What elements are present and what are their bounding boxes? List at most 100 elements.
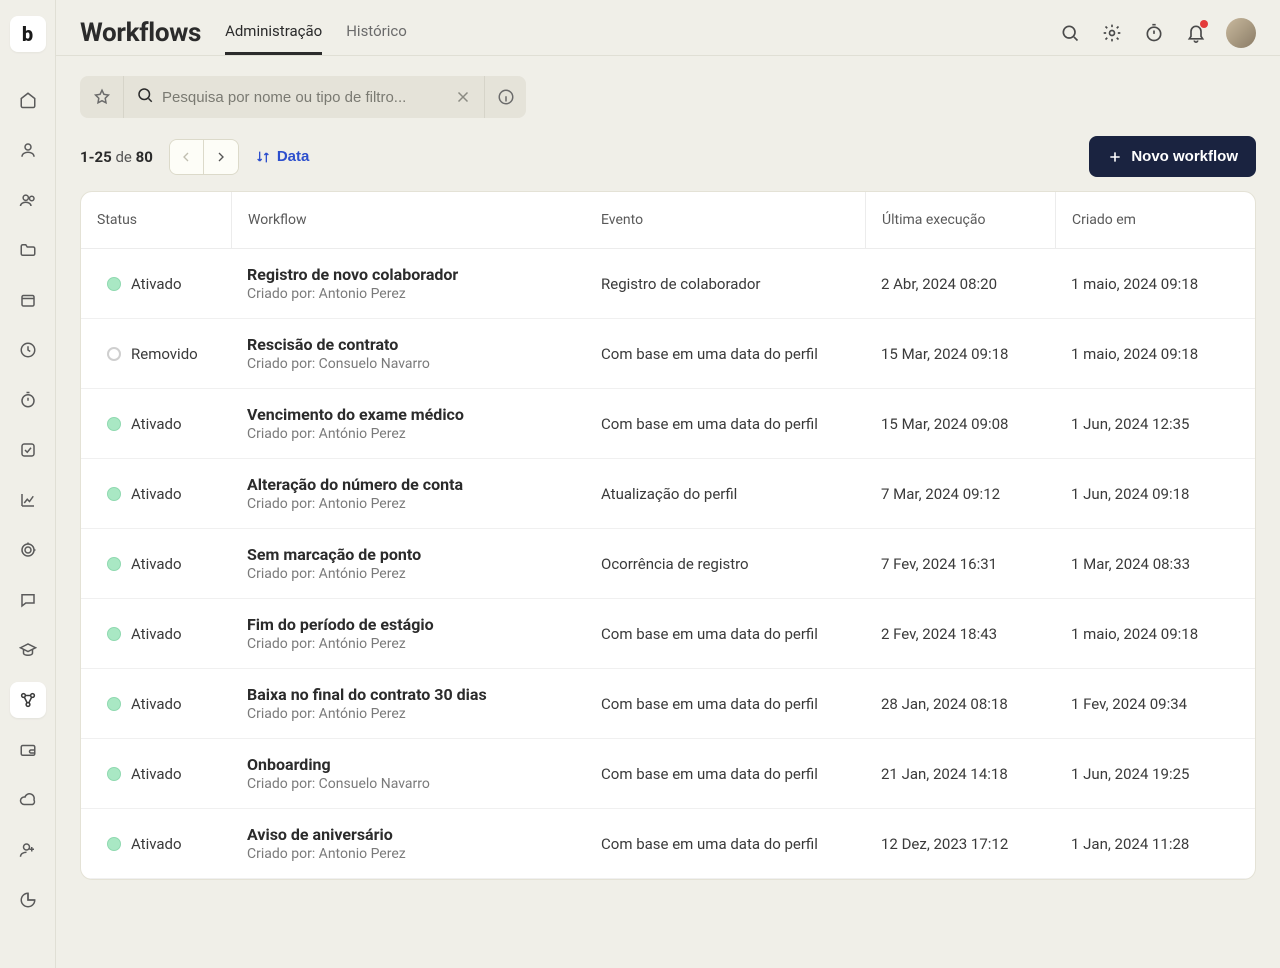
status-cell: Ativado xyxy=(81,833,231,855)
workflow-name: Vencimento do exame médico xyxy=(247,405,569,424)
sidebar-item-graduation[interactable] xyxy=(10,632,46,668)
event-cell: Com base em uma data do perfil xyxy=(585,413,865,435)
table-row[interactable]: RemovidoRescisão de contratoCriado por: … xyxy=(81,319,1255,389)
workflow-created-by: Criado por: António Perez xyxy=(247,706,569,722)
table-row[interactable]: Ativado Vencimento do exame médico Criado … xyxy=(81,389,1255,459)
status-dot xyxy=(107,837,121,851)
last-run-cell: 12 Dez, 2023 17:12 xyxy=(865,833,1055,855)
pagination-info: 1-25 de 80 xyxy=(80,148,153,166)
event-cell: Ocorrência de registro xyxy=(585,553,865,575)
workflow-name: Aviso de aniversário xyxy=(247,825,569,844)
last-run-cell: 7 Fev, 2024 16:31 xyxy=(865,553,1055,575)
table-row[interactable]: Ativado Baixa no final do contrato 30 dia… xyxy=(81,669,1255,739)
table-row[interactable]: Ativado Alteração do número de conta Criad… xyxy=(81,459,1255,529)
status-cell: Removido xyxy=(81,343,231,365)
logo[interactable]: b xyxy=(10,16,46,52)
workflow-name: Alteração do número de conta xyxy=(247,475,569,494)
sort-button[interactable]: Data xyxy=(255,148,310,165)
table-row[interactable]: AtivadoAviso de aniversárioCriado por: A… xyxy=(81,809,1255,879)
clear-search-icon[interactable] xyxy=(454,88,472,106)
pagination-total: 80 xyxy=(136,148,153,166)
status-cell: Ativado xyxy=(81,693,231,715)
sidebar-item-stopwatch[interactable] xyxy=(10,382,46,418)
workflow-created-by: Criado por: Antonio Perez xyxy=(247,496,569,512)
pager-next[interactable] xyxy=(204,140,238,174)
filter-group xyxy=(80,76,526,118)
sidebar-item-pie[interactable] xyxy=(10,882,46,918)
status-label: Ativado xyxy=(131,695,182,713)
last-run-cell: 21 Jan, 2024 14:18 xyxy=(865,763,1055,785)
workflow-cell: Alteração do número de conta Criado por: … xyxy=(231,473,585,514)
tab-historico[interactable]: Histórico xyxy=(346,10,407,55)
event-cell: Com base em uma data do perfil xyxy=(585,693,865,715)
sidebar-item-chart[interactable] xyxy=(10,482,46,518)
new-workflow-button[interactable]: Novo workflow xyxy=(1089,136,1256,177)
pager xyxy=(169,139,239,175)
sidebar-item-cloud[interactable] xyxy=(10,782,46,818)
workflow-created-by: Criado por: Consuelo Navarro xyxy=(247,776,569,792)
status-cell: Ativado xyxy=(81,413,231,435)
main: Workflows Administração Histórico xyxy=(56,0,1280,880)
pager-prev[interactable] xyxy=(170,140,204,174)
header-actions xyxy=(1058,18,1256,48)
workflow-cell: Vencimento do exame médico Criado por: An… xyxy=(231,403,585,444)
sidebar-item-home[interactable] xyxy=(10,82,46,118)
new-workflow-label: Novo workflow xyxy=(1131,148,1238,165)
tab-administracao[interactable]: Administração xyxy=(225,10,322,55)
sidebar-item-adduser[interactable] xyxy=(10,832,46,868)
status-cell: Ativado xyxy=(81,483,231,505)
favorites-filter[interactable] xyxy=(80,76,124,118)
filter-info-icon[interactable] xyxy=(484,76,526,118)
search-icon xyxy=(136,86,154,108)
status-dot xyxy=(107,347,121,361)
search-input[interactable] xyxy=(162,89,446,106)
header: Workflows Administração Histórico xyxy=(56,0,1280,55)
sidebar-item-folder[interactable] xyxy=(10,232,46,268)
table-row[interactable]: AtivadoSem marcação de pontoCriado por: … xyxy=(81,529,1255,599)
workflow-created-by: Criado por: Consuelo Navarro xyxy=(247,356,569,372)
gear-icon[interactable] xyxy=(1100,21,1124,45)
sidebar-item-user[interactable] xyxy=(10,132,46,168)
sidebar-item-chat[interactable] xyxy=(10,582,46,618)
col-created: Criado em xyxy=(1055,192,1255,248)
status-label: Ativado xyxy=(131,555,182,573)
created-cell: 1 Jun, 2024 09:18 xyxy=(1055,483,1255,505)
bell-icon[interactable] xyxy=(1184,21,1208,45)
event-cell: Com base em uma data do perfil xyxy=(585,623,865,645)
search-box xyxy=(124,76,484,118)
workflow-name: Baixa no final do contrato 30 dias xyxy=(247,685,569,704)
workflow-name: Sem marcação de ponto xyxy=(247,545,569,564)
last-run-cell: 2 Fev, 2024 18:43 xyxy=(865,623,1055,645)
sidebar-item-users[interactable] xyxy=(10,182,46,218)
sidebar-item-clock[interactable] xyxy=(10,332,46,368)
workflow-cell: Registro de novo colaboradorCriado por: … xyxy=(231,263,585,304)
logo-text: b xyxy=(22,22,33,46)
created-cell: 1 Jun, 2024 19:25 xyxy=(1055,763,1255,785)
workflow-cell: Fim do período de estágioCriado por: Ant… xyxy=(231,613,585,654)
sidebar-item-box[interactable] xyxy=(10,282,46,318)
status-label: Ativado xyxy=(131,415,182,433)
sidebar-item-workflow[interactable] xyxy=(10,682,46,718)
last-run-cell: 15 Mar, 2024 09:08 xyxy=(865,413,1055,435)
status-dot xyxy=(107,557,121,571)
stopwatch-icon[interactable] xyxy=(1142,21,1166,45)
sidebar-item-check[interactable] xyxy=(10,432,46,468)
pagination-of: de xyxy=(115,148,131,166)
table-row[interactable]: AtivadoOnboardingCriado por: Consuelo Na… xyxy=(81,739,1255,809)
tabs: Administração Histórico xyxy=(225,10,407,55)
sidebar-item-target[interactable] xyxy=(10,532,46,568)
created-cell: 1 Fev, 2024 09:34 xyxy=(1055,693,1255,715)
event-cell: Com base em uma data do perfil xyxy=(585,833,865,855)
status-label: Ativado xyxy=(131,485,182,503)
created-cell: 1 Jun, 2024 12:35 xyxy=(1055,413,1255,435)
avatar[interactable] xyxy=(1226,18,1256,48)
workflow-created-by: Criado por: António Perez xyxy=(247,426,569,442)
event-cell: Com base em uma data do perfil xyxy=(585,763,865,785)
workflow-name: Registro de novo colaborador xyxy=(247,265,569,284)
table-row[interactable]: AtivadoRegistro de novo colaboradorCriad… xyxy=(81,249,1255,319)
col-last-run: Última execução xyxy=(865,192,1055,248)
workflow-name: Onboarding xyxy=(247,755,569,774)
search-icon[interactable] xyxy=(1058,21,1082,45)
sidebar-item-wallet[interactable] xyxy=(10,732,46,768)
table-row[interactable]: AtivadoFim do período de estágioCriado p… xyxy=(81,599,1255,669)
